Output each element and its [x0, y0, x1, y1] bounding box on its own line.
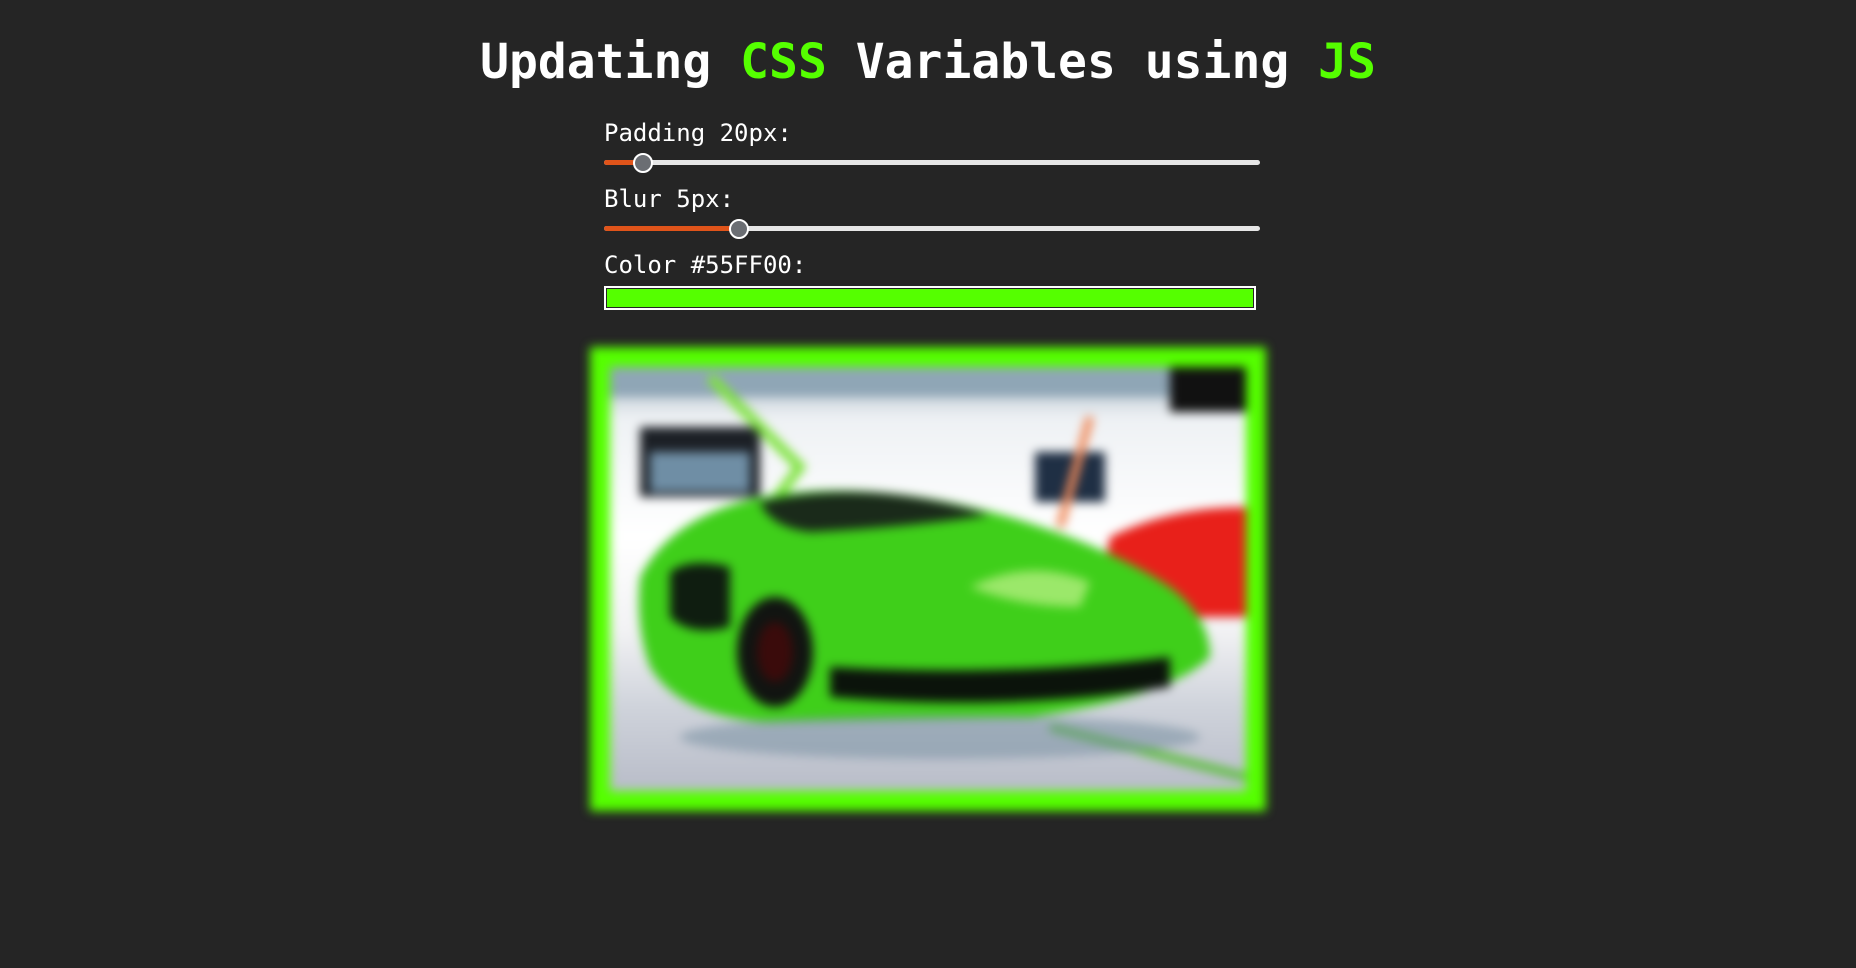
- title-part-1: Updating: [480, 34, 741, 90]
- image-frame: [590, 347, 1266, 811]
- ceiling-strip: [610, 367, 1246, 397]
- page-title: Updating CSS Variables using JS: [0, 30, 1856, 94]
- blur-slider[interactable]: [604, 214, 1260, 242]
- color-picker[interactable]: [604, 286, 1256, 310]
- title-js-highlight: JS: [1318, 34, 1376, 90]
- padding-label: Padding 20px:: [604, 119, 792, 147]
- color-label: Color #55FF00:: [604, 251, 807, 279]
- page: Updating CSS Variables using JS Padding …: [0, 0, 1856, 968]
- green-car-brake: [757, 622, 793, 682]
- wall-screen-left-glow: [650, 452, 750, 492]
- padding-slider-track[interactable]: [604, 160, 1260, 165]
- title-css-highlight: CSS: [740, 34, 827, 90]
- color-swatch[interactable]: [607, 289, 1253, 307]
- blur-slider-fill: [604, 226, 738, 231]
- green-car-intake: [670, 563, 730, 631]
- ceiling-fixture: [1170, 367, 1246, 412]
- blur-slider-thumb[interactable]: [728, 219, 749, 239]
- green-sports-car-photo-icon: [610, 367, 1246, 781]
- blur-label: Blur 5px:: [604, 185, 735, 213]
- padding-slider-thumb[interactable]: [633, 153, 654, 173]
- car-shadow: [680, 715, 1200, 759]
- car-photo: [610, 367, 1246, 791]
- title-part-2: Variables using: [826, 34, 1319, 90]
- controls-panel: Padding 20px: Blur 5px: Color #55FF00:: [604, 118, 1260, 310]
- padding-slider[interactable]: [604, 148, 1260, 176]
